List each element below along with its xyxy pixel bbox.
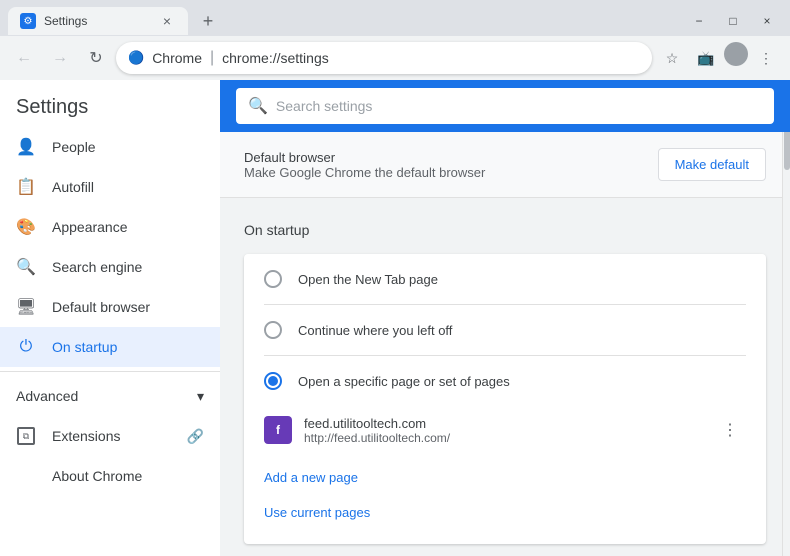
back-button[interactable]: ← [8,42,40,74]
extensions-icon: ⧉ [16,426,36,446]
tab-title: Settings [44,14,150,28]
search-input[interactable] [276,98,762,114]
default-browser-title: Default browser [244,150,485,165]
sidebar-advanced[interactable]: Advanced ▾ [0,376,220,416]
default-browser-icon: 🖥 [16,297,36,317]
default-browser-subtitle: Make Google Chrome the default browser [244,165,485,180]
sidebar-item-search-engine-label: Search engine [52,259,142,275]
url-subtitle: http://feed.utilitooltech.com/ [304,431,702,445]
startup-card: Open the New Tab page Continue where you… [244,254,766,544]
sidebar-item-extensions[interactable]: ⧉ Extensions 🔗 [0,416,220,456]
refresh-button[interactable]: ↻ [80,42,112,74]
maximize-button[interactable]: □ [718,7,748,35]
minimize-button[interactable]: − [684,7,714,35]
main-layout: Settings 👤 People 📋 Autofill 🎨 Appearanc… [0,80,790,556]
autofill-icon: 📋 [16,177,36,197]
content-area: 🔍 Default browser Make Google Chrome the… [220,80,790,556]
close-button[interactable]: × [752,7,782,35]
window-controls: − □ × [684,7,782,35]
use-current-pages-link[interactable]: Use current pages [264,497,746,528]
bookmark-button[interactable]: ☆ [656,42,688,74]
profile-avatar[interactable] [724,42,748,66]
sidebar-item-appearance-label: Appearance [52,219,128,235]
address-scheme-icon: 🔵 [128,50,144,66]
radio-continue[interactable] [264,321,282,339]
tab-favicon: ⚙ [20,13,36,29]
appearance-icon: 🎨 [16,217,36,237]
sidebar-item-on-startup[interactable]: ⏻ On startup [0,327,220,367]
address-divider: | [210,49,214,67]
radio-specific-page[interactable] [264,372,282,390]
startup-option-continue[interactable]: Continue where you left off [244,305,766,355]
startup-section-title: On startup [244,222,766,238]
sidebar-item-search-engine[interactable]: 🔍 Search engine [0,247,220,287]
sidebar-item-extensions-label: Extensions [52,428,120,444]
address-scheme: Chrome [152,50,202,66]
sidebar-item-about-chrome[interactable]: About Chrome [0,456,220,496]
sidebar-item-autofill-label: Autofill [52,179,94,195]
sidebar-item-appearance[interactable]: 🎨 Appearance [0,207,220,247]
forward-button[interactable]: → [44,42,76,74]
default-browser-section: Default browser Make Google Chrome the d… [220,132,790,198]
startup-links: Add a new page Use current pages [244,454,766,544]
startup-option-specific-page-label: Open a specific page or set of pages [298,374,510,389]
toolbar-actions: ☆ 📺 ⋮ [656,42,782,74]
search-wrapper[interactable]: 🔍 [236,88,774,124]
sidebar-item-people-label: People [52,139,96,155]
search-icon: 🔍 [248,96,268,116]
active-tab[interactable]: ⚙ Settings × [8,7,188,35]
about-icon [16,466,36,486]
sidebar-item-default-browser[interactable]: 🖥 Default browser [0,287,220,327]
advanced-arrow-icon: ▾ [197,388,204,405]
search-bar: 🔍 [220,80,790,132]
startup-option-new-tab[interactable]: Open the New Tab page [244,254,766,304]
new-tab-button[interactable]: + [196,9,220,33]
more-menu-button[interactable]: ⋮ [750,42,782,74]
address-path: chrome://settings [222,50,329,66]
url-entry: f feed.utilitooltech.com http://feed.uti… [244,406,766,454]
sidebar-item-autofill[interactable]: 📋 Autofill [0,167,220,207]
url-favicon: f [264,416,292,444]
sidebar: Settings 👤 People 📋 Autofill 🎨 Appearanc… [0,80,220,556]
startup-option-specific-page[interactable]: Open a specific page or set of pages [244,356,766,406]
sidebar-item-people[interactable]: 👤 People [0,127,220,167]
people-icon: 👤 [16,137,36,157]
sidebar-divider [0,371,220,372]
sidebar-item-on-startup-label: On startup [52,339,117,355]
sidebar-item-about-label: About Chrome [52,468,142,484]
sidebar-item-default-browser-label: Default browser [52,299,150,315]
advanced-label: Advanced [16,388,78,404]
search-engine-icon: 🔍 [16,257,36,277]
tab-close-button[interactable]: × [158,12,176,30]
add-new-page-link[interactable]: Add a new page [264,462,746,493]
startup-section: On startup Open the New Tab page Continu… [220,198,790,556]
extensions-external-icon: 🔗 [187,428,204,445]
address-bar[interactable]: 🔵 Chrome | chrome://settings [116,42,652,74]
title-bar: ⚙ Settings × + − □ × [0,0,790,36]
url-more-button[interactable]: ⋮ [714,414,746,446]
scrollbar[interactable] [782,80,790,556]
url-info: feed.utilitooltech.com http://feed.utili… [304,416,702,445]
on-startup-icon: ⏻ [16,337,36,357]
radio-selected-dot [268,376,278,386]
make-default-button[interactable]: Make default [658,148,766,181]
url-title: feed.utilitooltech.com [304,416,702,431]
startup-option-new-tab-label: Open the New Tab page [298,272,438,287]
browser-toolbar: ← → ↻ 🔵 Chrome | chrome://settings ☆ 📺 ⋮ [0,36,790,80]
default-browser-text: Default browser Make Google Chrome the d… [244,150,485,180]
sidebar-title: Settings [0,80,220,127]
startup-option-continue-label: Continue where you left off [298,323,452,338]
cast-button[interactable]: 📺 [690,42,722,74]
radio-new-tab[interactable] [264,270,282,288]
